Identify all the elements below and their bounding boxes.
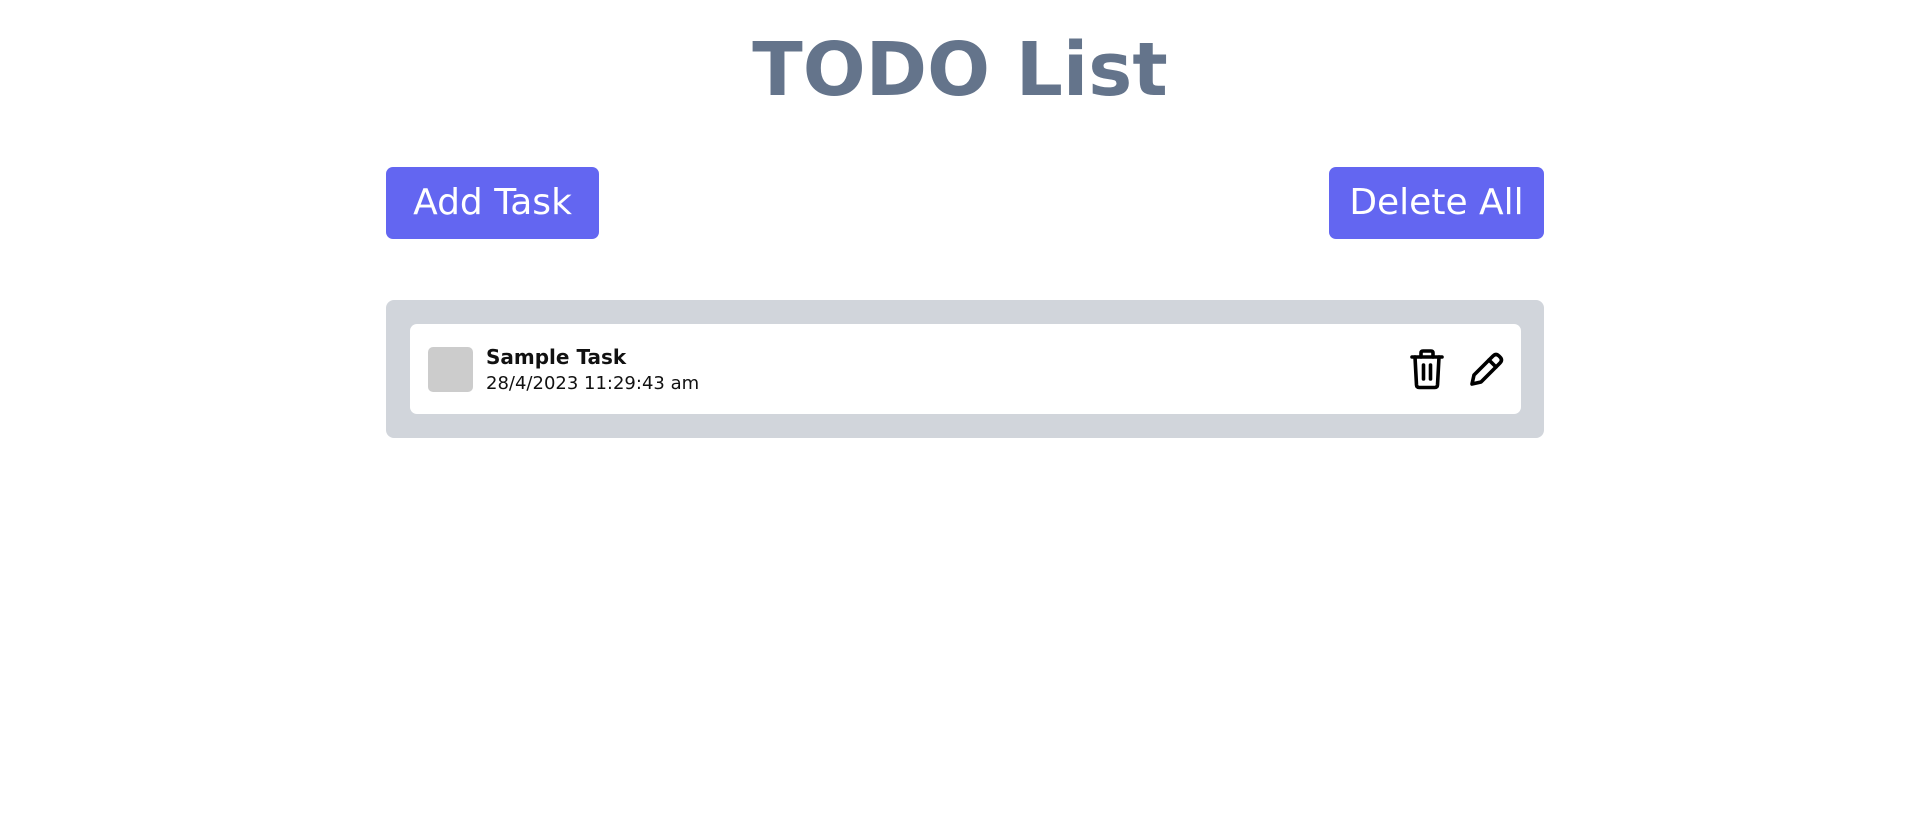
add-task-button[interactable]: Add Task	[386, 167, 599, 239]
task-title: Sample Task	[486, 345, 627, 369]
delete-all-button[interactable]: Delete All	[1329, 167, 1544, 239]
task-checkbox[interactable]	[428, 347, 473, 392]
edit-task-button[interactable]	[1465, 347, 1509, 391]
task-list: Sample Task 28/4/2023 11:29:43 am	[386, 300, 1544, 438]
page-title: TODO List	[752, 27, 1168, 113]
toolbar: Add Task Delete All	[386, 167, 1544, 239]
delete-task-button[interactable]	[1405, 347, 1449, 391]
task-timestamp: 28/4/2023 11:29:43 am	[486, 373, 700, 394]
trash-icon	[1410, 349, 1444, 390]
edit-pencil-icon	[1470, 352, 1504, 386]
todo-app: TODO List Add Task Delete All Sample Tas…	[0, 0, 1920, 837]
task-item: Sample Task 28/4/2023 11:29:43 am	[410, 324, 1521, 414]
